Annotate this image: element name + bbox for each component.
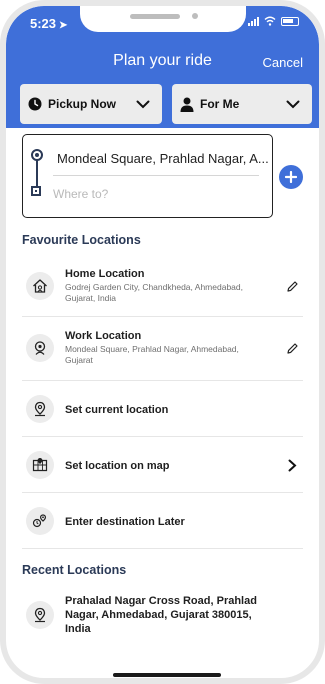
set-location-on-map-item[interactable]: Set location on map bbox=[22, 449, 303, 483]
action-label: Enter destination Later bbox=[65, 516, 185, 528]
pickup-time-label: Pickup Now bbox=[48, 97, 117, 111]
home-icon bbox=[33, 279, 47, 293]
divider bbox=[22, 380, 303, 381]
enter-destination-later-item[interactable]: Enter destination Later bbox=[22, 505, 303, 539]
divider bbox=[22, 316, 303, 317]
battery-icon bbox=[281, 16, 299, 26]
route-input-box: Mondeal Square, Prahlad Nagar, A... bbox=[22, 134, 273, 218]
speaker bbox=[130, 14, 180, 19]
status-time: 5:23 ➤ bbox=[30, 16, 68, 31]
briefcase-icon bbox=[34, 341, 46, 355]
route-divider bbox=[53, 175, 259, 176]
location-icon-badge bbox=[26, 601, 54, 629]
status-icons bbox=[248, 16, 299, 26]
later-icon-badge bbox=[26, 507, 54, 535]
location-arrow-icon: ➤ bbox=[59, 20, 68, 31]
home-indicator[interactable] bbox=[113, 673, 221, 677]
destination-square-icon bbox=[31, 186, 41, 196]
briefcase-icon-badge bbox=[26, 334, 54, 362]
signal-icon bbox=[248, 16, 259, 26]
favourite-title: Home Location bbox=[65, 268, 145, 280]
edit-home-button[interactable] bbox=[285, 279, 299, 293]
device-notch bbox=[80, 6, 246, 32]
cancel-button[interactable]: Cancel bbox=[263, 55, 303, 70]
recent-heading: Recent Locations bbox=[22, 563, 127, 577]
recent-address: Prahalad Nagar Cross Road, Prahlad Nagar… bbox=[65, 595, 257, 635]
edit-icon bbox=[286, 342, 298, 354]
divider bbox=[22, 492, 303, 493]
wifi-icon bbox=[264, 16, 276, 26]
home-icon-badge bbox=[26, 272, 54, 300]
location-pin-icon bbox=[34, 607, 46, 623]
app-header: 5:23 ➤ Plan your ride Cancel Pickup Now … bbox=[6, 6, 319, 128]
divider bbox=[22, 548, 303, 549]
destination-input[interactable] bbox=[53, 183, 261, 205]
clock-icon bbox=[28, 97, 42, 111]
rider-dropdown[interactable]: For Me bbox=[172, 84, 312, 124]
phone-frame: 5:23 ➤ Plan your ride Cancel Pickup Now … bbox=[0, 0, 325, 684]
chevron-down-icon bbox=[286, 100, 300, 108]
location-icon-badge bbox=[26, 395, 54, 423]
pickup-dot-icon bbox=[31, 149, 43, 161]
later-icon bbox=[32, 514, 47, 528]
edit-icon bbox=[286, 280, 298, 292]
divider bbox=[22, 436, 303, 437]
map-icon bbox=[32, 458, 48, 472]
rider-label: For Me bbox=[200, 97, 240, 111]
action-label: Set location on map bbox=[65, 460, 170, 472]
location-pin-icon bbox=[34, 401, 46, 417]
chevron-down-icon bbox=[136, 100, 150, 108]
camera bbox=[192, 13, 198, 19]
favourite-address: Godrej Garden City, Chandkheda, Ahmedaba… bbox=[65, 282, 243, 303]
favourite-item-home[interactable]: Home Location Godrej Garden City, Chandk… bbox=[22, 263, 303, 311]
status-bar: 5:23 ➤ bbox=[6, 6, 319, 42]
plus-icon bbox=[285, 171, 297, 183]
favourite-title: Work Location bbox=[65, 330, 142, 342]
chevron-right-icon bbox=[285, 458, 299, 472]
set-current-location-item[interactable]: Set current location bbox=[22, 393, 303, 427]
action-label: Set current location bbox=[65, 404, 169, 416]
add-stop-button[interactable] bbox=[279, 165, 303, 189]
favourite-address: Mondeal Square, Prahlad Nagar, Ahmedabad… bbox=[65, 344, 239, 365]
favourite-item-work[interactable]: Work Location Mondeal Square, Prahlad Na… bbox=[22, 326, 303, 374]
favourites-heading: Favourite Locations bbox=[22, 233, 141, 247]
person-icon bbox=[180, 97, 194, 112]
pickup-location-field[interactable]: Mondeal Square, Prahlad Nagar, A... bbox=[57, 151, 269, 166]
edit-work-button[interactable] bbox=[285, 341, 299, 355]
map-icon-badge bbox=[26, 451, 54, 479]
pickup-time-dropdown[interactable]: Pickup Now bbox=[20, 84, 162, 124]
